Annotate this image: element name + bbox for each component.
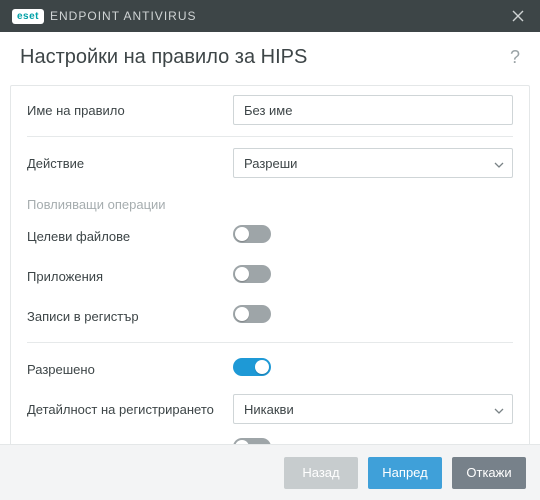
enabled-label: Разрешено xyxy=(27,362,233,377)
close-icon xyxy=(512,10,524,22)
next-button[interactable]: Напред xyxy=(368,457,442,489)
log-detail-select-value: Никакви xyxy=(244,402,294,417)
operations-section-label: Повлияващи операции xyxy=(27,183,513,216)
target-files-toggle[interactable] xyxy=(233,225,271,243)
applications-label: Приложения xyxy=(27,269,233,284)
target-files-label: Целеви файлове xyxy=(27,229,233,244)
close-button[interactable] xyxy=(504,2,532,30)
footer: Назад Напред Откажи xyxy=(0,444,540,500)
brand-text: ENDPOINT ANTIVIRUS xyxy=(50,9,196,23)
help-button[interactable]: ? xyxy=(510,47,520,68)
divider xyxy=(27,342,513,343)
titlebar: eset ENDPOINT ANTIVIRUS xyxy=(0,0,540,32)
back-button[interactable]: Назад xyxy=(284,457,358,489)
registry-label: Записи в регистър xyxy=(27,309,233,324)
cancel-button[interactable]: Откажи xyxy=(452,457,526,489)
divider xyxy=(27,136,513,137)
action-select-value: Разреши xyxy=(244,156,297,171)
chevron-down-icon xyxy=(494,402,504,417)
action-label: Действие xyxy=(27,156,233,171)
enabled-toggle[interactable] xyxy=(233,358,271,376)
page-title: Настройки на правило за HIPS xyxy=(20,46,307,69)
rule-name-input[interactable] xyxy=(233,95,513,125)
form-panel: Име на правило Действие Разреши П xyxy=(10,85,530,482)
chevron-down-icon xyxy=(494,156,504,171)
action-select[interactable]: Разреши xyxy=(233,148,513,178)
log-detail-select[interactable]: Никакви xyxy=(233,394,513,424)
applications-toggle[interactable] xyxy=(233,265,271,283)
dialog-header: Настройки на правило за HIPS ? xyxy=(0,32,540,85)
log-detail-label: Детайлност на регистрирането xyxy=(27,402,233,417)
registry-toggle[interactable] xyxy=(233,305,271,323)
rule-name-label: Име на правило xyxy=(27,103,233,118)
brand-badge: eset xyxy=(12,9,44,24)
